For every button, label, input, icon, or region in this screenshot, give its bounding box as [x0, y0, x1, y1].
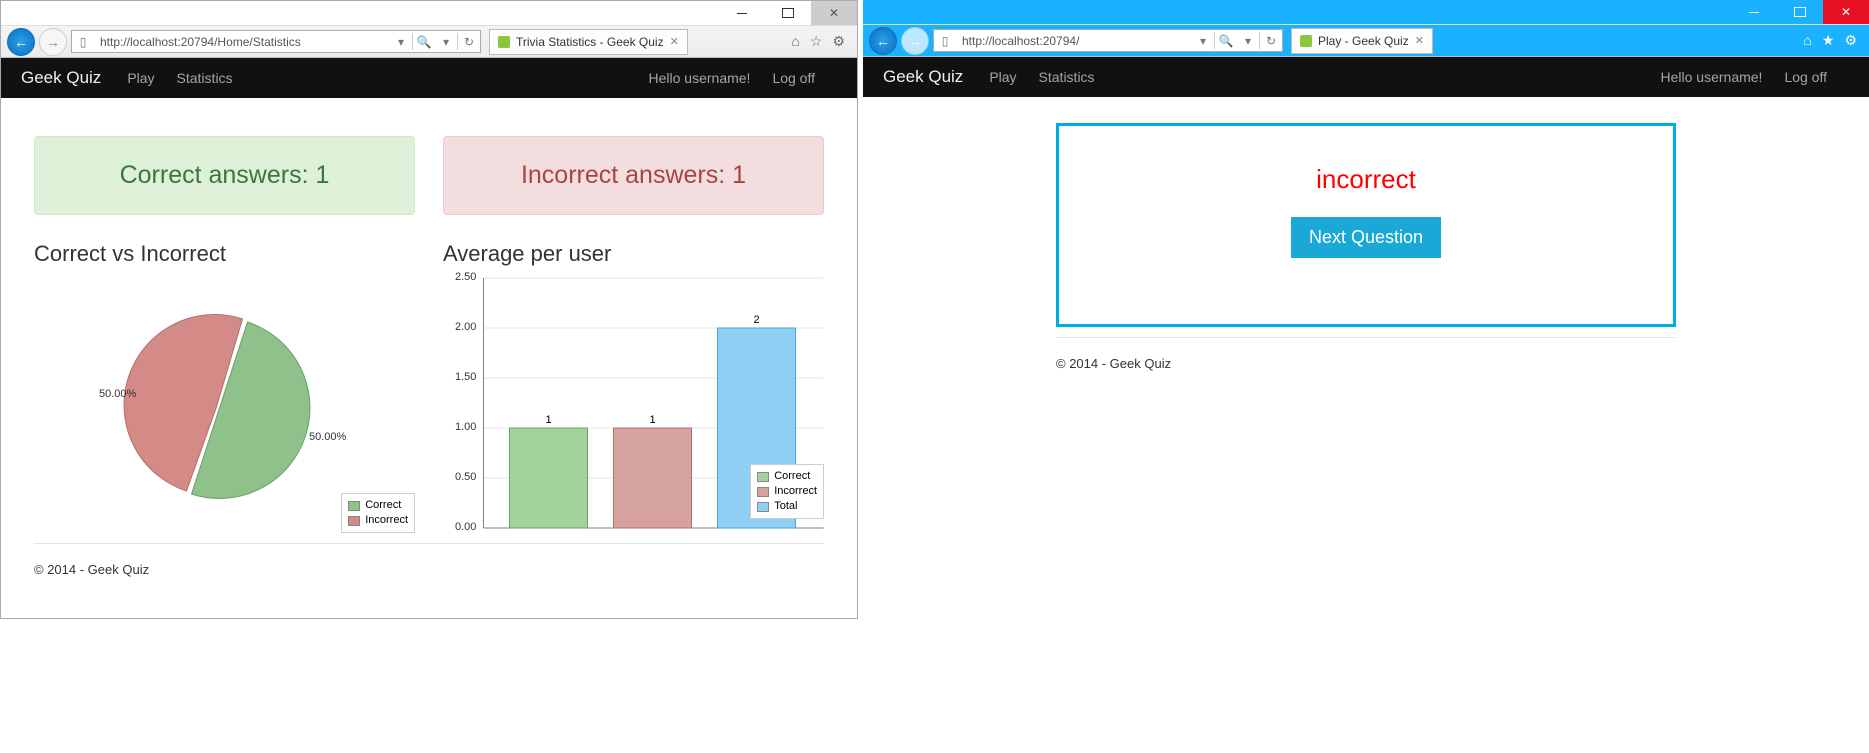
right-browser-window: ← → ▯ ▾ 🔍 ▾ ↻ Play - Geek Quiz ✕ ⌂ ★ ⚙	[863, 0, 1869, 753]
forward-button[interactable]: →	[901, 27, 929, 55]
bar-tick-0: 0.00	[455, 521, 476, 533]
pie-right-pct: 50.00%	[309, 431, 346, 443]
address-box[interactable]: ▯ ▾ 🔍 ▾ ↻	[933, 29, 1283, 52]
site-navbar-left: Geek Quiz Play Statistics Hello username…	[1, 58, 857, 98]
bar-tick-05: 0.50	[455, 471, 476, 483]
left-browser-window: ← → ▯ ▾ 🔍 ▾ ↻ Trivia Statistics - Geek Q…	[0, 0, 858, 619]
refresh-icon[interactable]: ↻	[1260, 34, 1282, 48]
close-button[interactable]	[811, 1, 857, 25]
next-question-button[interactable]: Next Question	[1291, 217, 1441, 258]
close-button[interactable]	[1823, 0, 1869, 24]
nav-logoff[interactable]: Log off	[772, 70, 815, 86]
settings-icon[interactable]: ⚙	[832, 33, 845, 50]
url-input[interactable]	[94, 35, 390, 49]
quiz-panel: incorrect Next Question	[1056, 123, 1676, 327]
bar-val-correct: 1	[545, 414, 551, 426]
bar-legend-incorrect: Incorrect	[774, 484, 817, 499]
favorites-icon[interactable]: ★	[1822, 32, 1835, 49]
back-button[interactable]: ←	[869, 27, 897, 55]
tab-close-icon[interactable]: ✕	[1415, 34, 1424, 47]
footer-right: © 2014 - Geek Quiz	[1056, 337, 1676, 389]
incorrect-answers-alert: Incorrect answers: 1	[443, 136, 824, 215]
dropdown-icon[interactable]: ▾	[1237, 34, 1259, 48]
nav-play[interactable]: Play	[989, 69, 1016, 85]
address-bar-row-right: ← → ▯ ▾ 🔍 ▾ ↻ Play - Geek Quiz ✕ ⌂ ★ ⚙	[863, 25, 1869, 57]
search-icon[interactable]: 🔍	[1215, 34, 1237, 48]
page-body-left: Correct answers: 1 Incorrect answers: 1 …	[1, 98, 857, 618]
pie-chart-column: Correct vs Incorrect 50.00% 50.00%	[34, 241, 415, 533]
brand[interactable]: Geek Quiz	[21, 68, 101, 88]
settings-icon[interactable]: ⚙	[1844, 32, 1857, 49]
nav-hello[interactable]: Hello username!	[649, 70, 751, 86]
pie-left-pct: 50.00%	[99, 388, 136, 400]
brand[interactable]: Geek Quiz	[883, 67, 963, 87]
refresh-icon[interactable]: ↻	[458, 35, 480, 49]
address-bar-row-left: ← → ▯ ▾ 🔍 ▾ ↻ Trivia Statistics - Geek Q…	[1, 26, 857, 58]
nav-play[interactable]: Play	[127, 70, 154, 86]
bar-val-total: 2	[753, 314, 759, 326]
window-titlebar-right	[863, 0, 1869, 25]
bar-tick-15: 1.50	[455, 371, 476, 383]
pie-chart-title: Correct vs Incorrect	[34, 241, 415, 267]
site-navbar-right: Geek Quiz Play Statistics Hello username…	[863, 57, 1869, 97]
page-icon: ▯	[72, 35, 94, 49]
tab-close-icon[interactable]: ✕	[670, 35, 679, 48]
minimize-button[interactable]	[719, 1, 765, 25]
bar-tick-1: 1.00	[455, 421, 476, 433]
bar-legend-correct: Correct	[774, 469, 810, 484]
bar-legend-total: Total	[774, 499, 797, 514]
bar-chart: 1 1 2 0.00 0.50 1.00 1.50 2.00 2.	[443, 273, 824, 533]
favorites-icon[interactable]: ☆	[810, 33, 823, 50]
maximize-button[interactable]	[765, 1, 811, 25]
bar-chart-title: Average per user	[443, 241, 824, 267]
toolbar-icons-left: ⌂ ☆ ⚙	[791, 33, 851, 50]
bar-val-incorrect: 1	[649, 414, 655, 426]
dropdown-icon[interactable]: ▾	[435, 35, 457, 49]
window-titlebar-left	[1, 1, 857, 26]
toolbar-icons-right: ⌂ ★ ⚙	[1803, 32, 1863, 49]
nav-logoff[interactable]: Log off	[1784, 69, 1827, 85]
maximize-button[interactable]	[1777, 0, 1823, 24]
bar-legend: Correct Incorrect Total	[750, 464, 824, 519]
pie-legend: Correct Incorrect	[341, 493, 415, 533]
dropdown-icon[interactable]: ▾	[1192, 34, 1214, 48]
forward-button[interactable]: →	[39, 28, 67, 56]
address-box[interactable]: ▯ ▾ 🔍 ▾ ↻	[71, 30, 481, 53]
page-body-right: incorrect Next Question © 2014 - Geek Qu…	[863, 97, 1869, 753]
nav-statistics[interactable]: Statistics	[177, 70, 233, 86]
result-text: incorrect	[1085, 164, 1647, 195]
pie-legend-incorrect: Incorrect	[365, 513, 408, 528]
footer-left: © 2014 - Geek Quiz	[34, 543, 824, 595]
favicon-icon	[1300, 35, 1312, 47]
search-icon[interactable]: 🔍	[413, 35, 435, 49]
dropdown-icon[interactable]: ▾	[390, 35, 412, 49]
home-icon[interactable]: ⌂	[1803, 32, 1811, 49]
bar-chart-column: Average per user	[443, 241, 824, 533]
tab-title: Trivia Statistics - Geek Quiz	[516, 35, 664, 49]
minimize-button[interactable]	[1731, 0, 1777, 24]
back-button[interactable]: ←	[7, 28, 35, 56]
correct-answers-alert: Correct answers: 1	[34, 136, 415, 215]
alert-row: Correct answers: 1 Incorrect answers: 1	[34, 136, 824, 215]
url-input[interactable]	[956, 34, 1192, 48]
nav-statistics[interactable]: Statistics	[1039, 69, 1095, 85]
favicon-icon	[498, 36, 510, 48]
bar-tick-25: 2.50	[455, 271, 476, 283]
pie-legend-correct: Correct	[365, 498, 401, 513]
pie-chart: 50.00% 50.00% Correct Incorrect	[34, 273, 415, 533]
page-icon: ▯	[934, 34, 956, 48]
browser-tab[interactable]: Trivia Statistics - Geek Quiz ✕	[489, 29, 688, 55]
browser-tab[interactable]: Play - Geek Quiz ✕	[1291, 28, 1433, 54]
bar-tick-2: 2.00	[455, 321, 476, 333]
tab-title: Play - Geek Quiz	[1318, 34, 1409, 48]
nav-hello[interactable]: Hello username!	[1661, 69, 1763, 85]
home-icon[interactable]: ⌂	[791, 33, 799, 50]
